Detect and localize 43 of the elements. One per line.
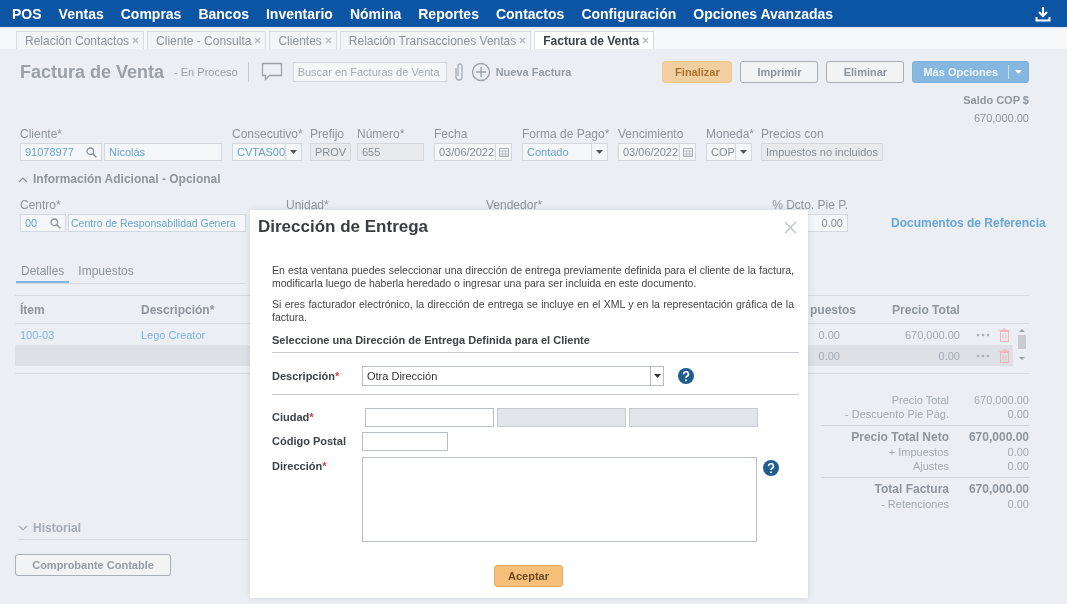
field-label: Unidad* bbox=[286, 198, 330, 212]
field-label: Número* bbox=[357, 127, 406, 141]
section-heading: Seleccione una Dirección de Entrega Definida para el Cliente bbox=[272, 334, 799, 353]
field-label: Prefijo bbox=[310, 127, 345, 141]
field-label: Vencimiento bbox=[618, 127, 685, 141]
field-label: Forma de Pago* bbox=[522, 127, 608, 141]
column-header: Descripción* bbox=[141, 302, 216, 317]
field-label: % Dcto. Pie P. bbox=[772, 198, 848, 212]
field-label: Ciudad* bbox=[272, 410, 315, 425]
total-value: 670,000.00 bbox=[968, 429, 1029, 445]
total-value: 0.00 bbox=[1007, 459, 1029, 473]
field-label: Fecha bbox=[434, 127, 469, 141]
page-title: Factura de Venta bbox=[20, 61, 165, 83]
total-value: 670,000.00 bbox=[968, 481, 1029, 497]
total-label: Ajustes bbox=[911, 459, 949, 473]
field-label: Dirección* bbox=[272, 459, 328, 474]
total-value: 0.00 bbox=[1007, 497, 1029, 511]
status-text: - En Proceso bbox=[174, 66, 238, 78]
column-header: puestos bbox=[809, 302, 856, 317]
total-label: + Impuestos bbox=[887, 445, 949, 459]
total-value: 0.00 bbox=[1007, 407, 1029, 421]
field-label: Precios con bbox=[761, 127, 825, 141]
dialog-paragraph: Si eres facturador electrónico, la dirección de entrega se incluye en el XML y en la representación gráfica de la factura. bbox=[272, 298, 794, 324]
balance-label: Saldo COP $ bbox=[963, 93, 1029, 108]
table-cell-text: 0.00 bbox=[817, 328, 840, 341]
balance-value: 670,000.00 bbox=[973, 111, 1029, 126]
column-header: Ítem bbox=[19, 302, 46, 317]
total-label: - Retenciones bbox=[880, 497, 949, 511]
field-label: Descripción* bbox=[272, 369, 341, 384]
table-cell-text: 670,000.00 bbox=[903, 328, 960, 341]
total-value: 0.00 bbox=[1007, 445, 1029, 459]
total-label: Total Factura bbox=[873, 481, 949, 497]
total-label: Precio Total Neto bbox=[850, 429, 949, 445]
total-label: - Descuento Pie Pág. bbox=[844, 407, 949, 421]
column-header: Precio Total bbox=[891, 302, 961, 317]
dialog-title: Dirección de Entrega bbox=[258, 217, 429, 237]
field-label: Cliente* bbox=[20, 127, 64, 141]
total-value: 670,000.00 bbox=[973, 393, 1029, 407]
field-label: Vendedor* bbox=[486, 198, 544, 212]
field-label: Código Postal bbox=[272, 434, 347, 449]
field-label: Centro* bbox=[20, 198, 62, 212]
total-label: Precio Total bbox=[890, 393, 949, 407]
dialog-paragraph: En esta ventana puedes seleccionar una dirección de entrega previamente definida para el cliente de la factura, modificarla luego de haberla heredado o ingresar una para ser incluida en este documento. bbox=[272, 264, 794, 290]
